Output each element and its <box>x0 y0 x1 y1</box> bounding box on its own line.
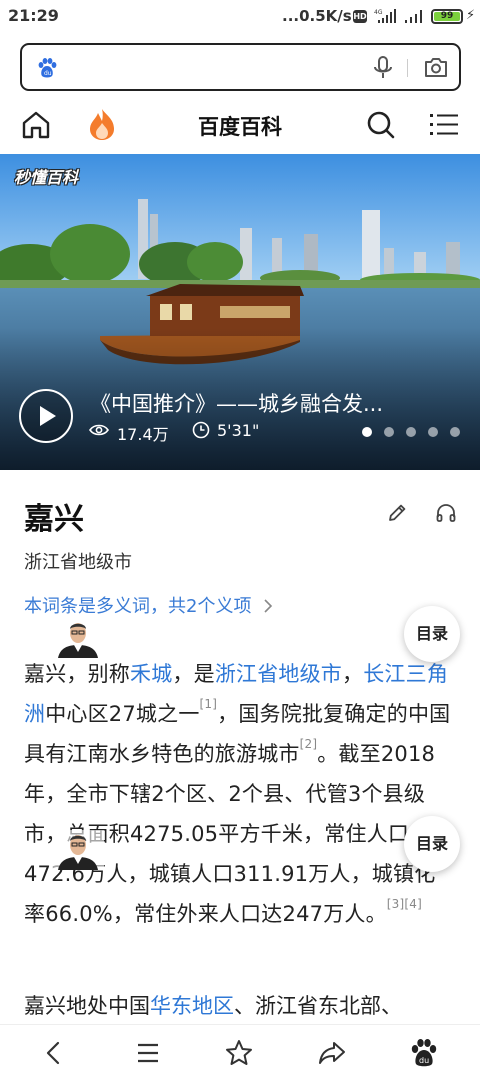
battery-icon: 99 <box>431 9 463 24</box>
svg-text:du: du <box>44 70 52 77</box>
video-title[interactable]: 《中国推介》——城乡融合发... <box>90 388 410 418</box>
body-text: 、浙江省东北部、 <box>234 994 402 1018</box>
app-header: 百度百科 <box>0 100 480 150</box>
body-text: 嘉兴地处中国 <box>24 994 150 1018</box>
polysemy-link[interactable]: 本词条是多义词，共2个义项 <box>24 592 273 618</box>
camera-icon[interactable] <box>424 56 448 78</box>
link-hecheng[interactable]: 禾城 <box>130 662 172 686</box>
catalog-menu-icon[interactable] <box>132 1037 164 1069</box>
battery-level: 99 <box>434 12 460 21</box>
citation-2[interactable]: [2] <box>300 737 318 751</box>
edit-pencil-icon[interactable] <box>386 502 408 524</box>
baidu-paw-icon: du <box>38 58 57 78</box>
body-text: ，是 <box>172 662 215 686</box>
headphones-icon[interactable] <box>435 502 457 524</box>
link-east-china[interactable]: 华东地区 <box>150 994 234 1018</box>
polysemy-link-label[interactable]: 本词条是多义词，共2个义项 <box>24 596 251 617</box>
link-zhejiang-prefecture[interactable]: 浙江省地级市 <box>215 662 342 686</box>
cellular-4g-signal-icon: 4G <box>374 9 396 23</box>
baidu-paw-icon[interactable]: du <box>408 1037 440 1069</box>
search-icon[interactable] <box>366 110 396 140</box>
search-bar[interactable]: du <box>20 43 461 91</box>
status-time: 21:29 <box>8 6 59 25</box>
page-title: 百度百科 <box>198 115 282 139</box>
menu-list-icon[interactable] <box>430 112 458 138</box>
clock-icon <box>192 421 210 439</box>
carousel-dot[interactable] <box>428 427 438 437</box>
search-input[interactable] <box>70 53 360 81</box>
video-banner[interactable]: 秒懂百科 《中国推介》——城乡融合发... 17.4万 5'31" <box>0 154 480 470</box>
network-speed: ...0.5K/s <box>282 7 352 25</box>
entry-title: 嘉兴 <box>24 502 84 537</box>
share-icon[interactable] <box>316 1037 348 1069</box>
entry-paragraph-2: 嘉兴地处中国华东地区、浙江省东北部、 <box>24 986 464 1026</box>
divider <box>407 59 408 77</box>
avatar[interactable] <box>52 618 104 658</box>
back-icon[interactable] <box>38 1037 70 1069</box>
body-text: 中心区27城之一 <box>45 702 200 726</box>
toc-button[interactable]: 目录 <box>404 816 460 872</box>
carousel-dot[interactable] <box>362 427 372 437</box>
carousel-dot[interactable] <box>384 427 394 437</box>
entry-subtitle: 浙江省地级市 <box>24 552 132 573</box>
body-text: 嘉兴，别称 <box>24 662 130 686</box>
view-count: 17.4万 <box>117 425 169 444</box>
charging-icon: ⚡ <box>466 8 476 23</box>
citation-1[interactable]: [1] <box>200 697 218 711</box>
hd-badge: HD <box>353 10 367 23</box>
body-text: ， <box>342 662 364 686</box>
video-duration: 5'31" <box>217 421 260 440</box>
network-type-label: 4G <box>374 9 383 16</box>
status-bar: 21:29 ...0.5K/s HD 4G 99 ⚡ <box>0 0 480 36</box>
eye-icon <box>89 424 109 436</box>
play-button[interactable] <box>18 388 74 444</box>
svg-text:du: du <box>419 1056 429 1065</box>
signal-strength-icon <box>405 10 422 23</box>
star-icon[interactable] <box>223 1037 255 1069</box>
entry-summary: 嘉兴，别称禾城，是浙江省地级市，长江三角洲中心区27城之一[1]，国务院批复确定… <box>24 654 454 934</box>
avatar[interactable] <box>52 830 104 870</box>
microphone-icon[interactable] <box>372 56 394 80</box>
toc-button[interactable]: 目录 <box>404 606 460 662</box>
carousel-dot[interactable] <box>406 427 416 437</box>
carousel-dot[interactable] <box>450 427 460 437</box>
citation-3-4[interactable]: [3][4] <box>387 897 422 911</box>
video-brand-logo: 秒懂百科 <box>14 168 79 187</box>
bottom-navigation: du <box>0 1024 480 1080</box>
chevron-right-icon <box>264 599 273 613</box>
